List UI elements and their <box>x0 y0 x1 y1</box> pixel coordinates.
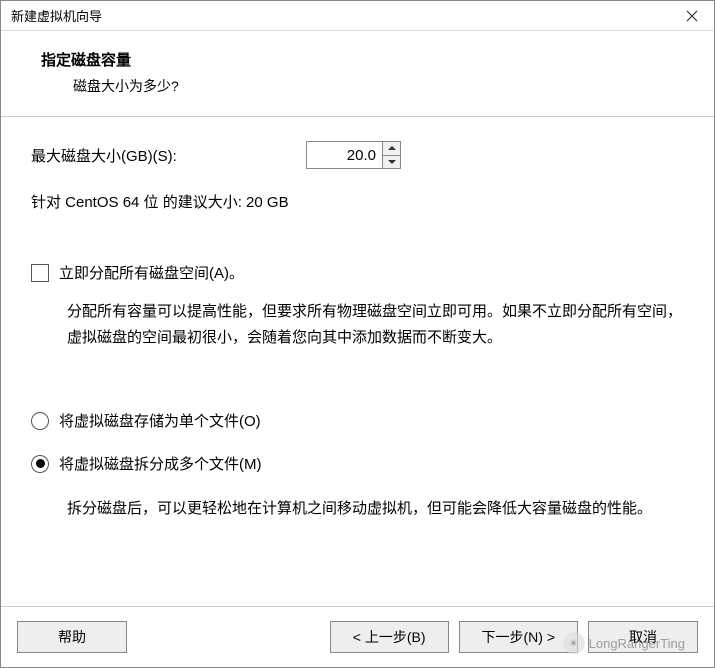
disk-size-row: 最大磁盘大小(GB)(S): <box>31 141 684 169</box>
disk-size-input[interactable] <box>307 142 382 168</box>
back-button[interactable]: < 上一步(B) <box>330 621 449 653</box>
spinner-up-button[interactable] <box>383 142 400 156</box>
titlebar: 新建虚拟机向导 <box>1 1 714 31</box>
content-area: 最大磁盘大小(GB)(S): 针对 CentOS 64 位 的建议大小: 20 … <box>1 117 714 606</box>
split-file-label: 将虚拟磁盘拆分成多个文件(M) <box>59 453 262 474</box>
header-section: 指定磁盘容量 磁盘大小为多少? <box>1 31 714 117</box>
allocate-now-row: 立即分配所有磁盘空间(A)。 <box>31 262 684 283</box>
chevron-down-icon <box>388 159 396 165</box>
spinner-down-button[interactable] <box>383 156 400 169</box>
split-file-row: 将虚拟磁盘拆分成多个文件(M) <box>31 453 684 474</box>
help-button[interactable]: 帮助 <box>17 621 127 653</box>
cancel-button[interactable]: 取消 <box>588 621 698 653</box>
close-icon <box>686 10 698 22</box>
footer-buttons: 帮助 < 上一步(B) 下一步(N) > 取消 <box>1 606 714 667</box>
recommended-size-text: 针对 CentOS 64 位 的建议大小: 20 GB <box>31 191 684 212</box>
single-file-radio[interactable] <box>31 412 49 430</box>
split-file-description: 拆分磁盘后，可以更轻松地在计算机之间移动虚拟机，但可能会降低大容量磁盘的性能。 <box>31 496 684 522</box>
wizard-dialog: 新建虚拟机向导 指定磁盘容量 磁盘大小为多少? 最大磁盘大小(GB)(S): <box>0 0 715 668</box>
disk-size-spinner[interactable] <box>306 141 401 169</box>
close-button[interactable] <box>678 5 706 27</box>
allocate-now-label: 立即分配所有磁盘空间(A)。 <box>59 262 244 283</box>
chevron-up-icon <box>388 145 396 151</box>
spinner-buttons <box>382 142 400 168</box>
single-file-label: 将虚拟磁盘存储为单个文件(O) <box>59 410 261 431</box>
split-file-radio[interactable] <box>31 455 49 473</box>
allocate-now-checkbox[interactable] <box>31 264 49 282</box>
page-title: 指定磁盘容量 <box>41 49 684 70</box>
page-subtitle: 磁盘大小为多少? <box>41 76 684 96</box>
disk-size-label: 最大磁盘大小(GB)(S): <box>31 145 306 166</box>
next-button[interactable]: 下一步(N) > <box>459 621 579 653</box>
window-title: 新建虚拟机向导 <box>9 6 102 25</box>
single-file-row: 将虚拟磁盘存储为单个文件(O) <box>31 410 684 431</box>
allocate-now-description: 分配所有容量可以提高性能，但要求所有物理磁盘空间立即可用。如果不立即分配所有空间… <box>31 299 684 350</box>
